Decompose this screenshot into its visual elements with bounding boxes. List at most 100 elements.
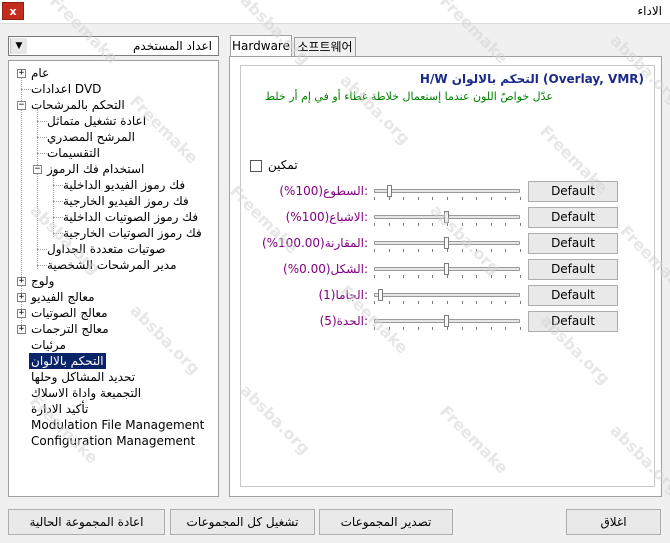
slider-track[interactable] [374,293,520,297]
title-bar: x الاداء [0,0,670,24]
tree-item-logging[interactable]: ولوج [29,273,56,289]
tree-item-label: فك رموز الفيديو الخارجية [63,194,189,208]
slider-thumb[interactable] [444,237,449,249]
expand-icon[interactable]: + [17,325,26,334]
enable-checkbox[interactable] [250,160,262,172]
expand-icon[interactable]: + [17,277,26,286]
collapse-icon[interactable]: − [33,165,42,174]
tree-item-sync-playback[interactable]: اعادة تشغيل متماثل [45,113,148,129]
close-icon[interactable]: x [2,2,24,20]
slider-tick [447,197,448,200]
slider-thumb[interactable] [378,289,383,301]
slider-tick [403,197,404,200]
tree-item-splitters[interactable]: التقسيمات [45,145,102,161]
chevron-down-icon[interactable]: ▼ [10,38,27,54]
tree-item-troubleshooting[interactable]: تحديد المشاكل وحلها [29,369,137,385]
tree-item-label: مرئيات [31,338,66,352]
enable-label: تمكين [268,158,298,172]
tree-item-filters[interactable]: التحكم بالمرشحات [29,97,127,113]
tree-item-internal-audio-decoders[interactable]: فك رموز الصوتيات الداخلية [61,209,200,225]
close-button[interactable]: اغلاق [566,509,661,535]
expand-icon[interactable]: + [17,69,26,78]
slider-tick [447,223,448,226]
slider-tick [389,223,390,226]
tree-item-modulation-file-management[interactable]: Modulation File Management [29,417,206,433]
tab-software[interactable]: 소프트웨어 [294,37,356,57]
run-all-groups-button[interactable]: تشغيل كل المجموعات [170,509,315,535]
slider-tick [476,275,477,278]
tree-item-color-control[interactable]: التحكم بالالوان [29,353,106,369]
slider-tick [462,275,463,278]
slider-tick [432,197,433,200]
expand-icon[interactable]: + [17,293,26,302]
tree-item-label: استخدام فك الرموز [47,162,145,176]
slider-tick [403,301,404,304]
default-button[interactable]: Default [528,233,618,254]
profile-dropdown[interactable]: ▼ اعداد المستخدم [8,36,219,56]
tree-item-multistream-audio[interactable]: صوتيات متعددة الجداول [45,241,168,257]
tab-hardware[interactable]: Hardware [230,35,292,57]
group-title: H/W التحكم بالالوان (Overlay, VMR) [419,72,644,86]
slider-tick [418,275,419,278]
tree-item-bundle-wires[interactable]: التجميعة واداة الاسلاك [29,385,143,401]
slider-tick [462,249,463,252]
tree-item-dvd[interactable]: اعدادات DVD [29,81,103,97]
slider-tick [447,327,448,330]
slider-thumb[interactable] [444,211,449,223]
tree-item-label: فك رموز الفيديو الداخلية [63,178,186,192]
tree-item-visuals[interactable]: مرئيات [29,337,68,353]
tree-item-external-audio-decoders[interactable]: فك رموز الصوتيات الخارجية [61,225,204,241]
default-button[interactable]: Default [528,285,618,306]
settings-tree[interactable]: + عام اعدادات DVD − التحكم بالمرشحات اعا… [8,60,219,497]
slider-tick [462,223,463,226]
tree-guide-line [53,173,54,237]
tree-item-general[interactable]: عام [29,65,51,81]
default-button[interactable]: Default [528,311,618,332]
slider-tick [418,327,419,330]
slider-tick [520,275,521,278]
tree-item-audio-processor[interactable]: معالج الصوتيات [29,305,110,321]
tree-item-label: التقسيمات [47,146,100,160]
slider-tick [403,275,404,278]
tree-item-decoders[interactable]: استخدام فك الرموز [45,161,146,177]
expand-icon[interactable]: + [17,309,26,318]
slider-tick [520,327,521,330]
tree-item-label: عام [31,66,50,80]
slider-tick [432,275,433,278]
tree-item-label: فك رموز الصوتيات الخارجية [63,226,202,240]
tree-item-custom-filters[interactable]: مدير المرشحات الشخصية [45,257,179,273]
slider-thumb[interactable] [387,185,392,197]
tree-item-admin-confirm[interactable]: تأكيد الادارة [29,401,90,417]
reset-group-button[interactable]: اعادة المجموعة الحالية [8,509,165,535]
tree-item-video-processor[interactable]: معالج الفيديو [29,289,97,305]
slider-thumb[interactable] [444,315,449,327]
tree-item-internal-video-decoders[interactable]: فك رموز الفيديو الداخلية [61,177,187,193]
export-groups-button[interactable]: تصدير المجموعات [319,509,453,535]
tree-item-subtitle-processor[interactable]: معالج الترجمات [29,321,111,337]
tree-item-label: التجميعة واداة الاسلاك [31,386,142,400]
default-button[interactable]: Default [528,181,618,202]
tree-item-configuration-management[interactable]: Configuration Management [29,433,197,449]
slider-tick [432,223,433,226]
default-button[interactable]: Default [528,207,618,228]
slider-tick [418,249,419,252]
slider-tick [374,249,375,252]
slider-tick [374,223,375,226]
tree-item-label: معالج الترجمات [31,322,109,336]
tree-item-source-filter[interactable]: المرشح المصدري [45,129,137,145]
slider-tick [403,249,404,252]
slider-tick [432,249,433,252]
collapse-icon[interactable]: − [17,101,26,110]
slider-track[interactable] [374,189,520,193]
slider-tick [403,327,404,330]
slider-tick [491,197,492,200]
tree-item-external-video-decoders[interactable]: فك رموز الفيديو الخارجية [61,193,191,209]
default-button[interactable]: Default [528,259,618,280]
tree-item-label: المرشح المصدري [47,130,135,144]
slider-tick [418,197,419,200]
slider-thumb[interactable] [444,263,449,275]
param-label: السطوع(100%): [279,184,368,198]
slider-tick [476,197,477,200]
slider-tick [462,327,463,330]
slider-tick [374,327,375,330]
